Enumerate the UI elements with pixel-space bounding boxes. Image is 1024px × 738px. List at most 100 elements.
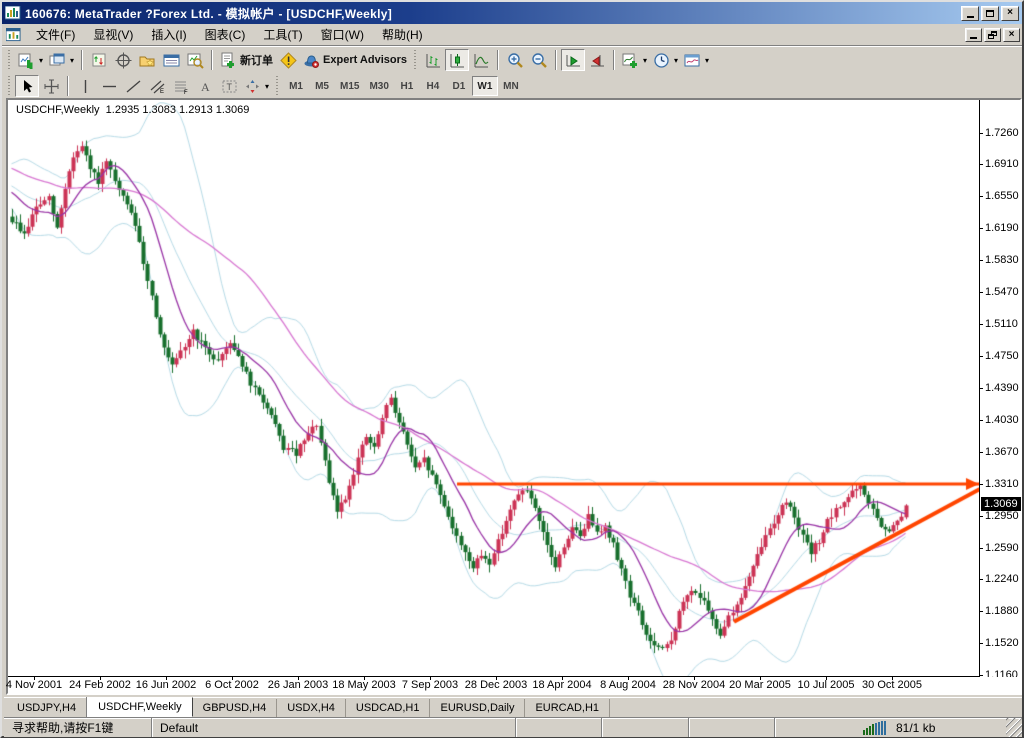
toolbar-drag-handle[interactable] bbox=[413, 50, 418, 70]
arrow-tools-button[interactable]: ▾ bbox=[241, 75, 272, 97]
timeframe-m5-button[interactable]: M5 bbox=[309, 76, 335, 96]
price-chart[interactable] bbox=[10, 102, 979, 676]
channel-button[interactable]: E bbox=[145, 75, 169, 97]
toolbar-drag-handle[interactable] bbox=[7, 76, 12, 96]
timeframe-h4-button[interactable]: H4 bbox=[420, 76, 446, 96]
candlestick-icon bbox=[449, 52, 466, 69]
close-button[interactable]: × bbox=[1001, 6, 1019, 21]
price-axis-tick bbox=[979, 196, 983, 197]
vertical-line-icon bbox=[77, 78, 94, 95]
fibonacci-button[interactable]: F bbox=[169, 75, 193, 97]
chart-tab-usdjpy[interactable]: USDJPY,H4 bbox=[7, 699, 87, 717]
dropdown-arrow-icon: ▾ bbox=[70, 56, 74, 65]
price-axis-label: 1.1880 bbox=[985, 605, 1019, 617]
chart-shift-icon bbox=[589, 52, 606, 69]
chart-tab-eurcad[interactable]: EURCAD,H1 bbox=[525, 699, 610, 717]
child-close-button[interactable]: × bbox=[1003, 28, 1020, 42]
price-axis-tick bbox=[979, 388, 983, 389]
child-restore-button[interactable] bbox=[984, 28, 1001, 42]
menu-f[interactable]: 文件(F) bbox=[27, 26, 84, 44]
new-chart-button[interactable]: ▾ bbox=[15, 49, 46, 71]
time-axis-label: 24 Feb 2002 bbox=[69, 679, 131, 691]
metatrader-app-icon bbox=[5, 6, 21, 20]
time-axis-label: 4 Nov 2001 bbox=[6, 679, 62, 691]
toolbar-drag-handle[interactable] bbox=[7, 50, 12, 70]
bar-chart-button[interactable] bbox=[421, 49, 445, 71]
menu-c[interactable]: 图表(C) bbox=[196, 26, 255, 44]
templates-button[interactable]: ▾ bbox=[681, 49, 712, 71]
text-button[interactable]: A bbox=[193, 75, 217, 97]
timeframe-d1-button[interactable]: D1 bbox=[446, 76, 472, 96]
toolbar-button-label: Expert Advisors bbox=[323, 54, 407, 66]
auto-scroll-button[interactable] bbox=[561, 49, 585, 71]
label-button[interactable]: T bbox=[217, 75, 241, 97]
time-axis-label: 10 Jul 2005 bbox=[798, 679, 855, 691]
timeframe-h1-button[interactable]: H1 bbox=[394, 76, 420, 96]
chart-tab-gbpusd[interactable]: GBPUSD,H4 bbox=[193, 699, 278, 717]
terminal-button[interactable] bbox=[159, 49, 183, 71]
price-axis-label: 1.2240 bbox=[985, 573, 1019, 585]
market-watch-button[interactable] bbox=[87, 49, 111, 71]
time-axis-label: 28 Dec 2003 bbox=[465, 679, 527, 691]
chart-tab-eurusd[interactable]: EURUSD,Daily bbox=[430, 699, 525, 717]
profiles-button[interactable]: ▾ bbox=[46, 49, 77, 71]
price-axis-tick bbox=[979, 260, 983, 261]
chart-tab-bar: USDJPY,H4USDCHF,WeeklyGBPUSD,H4USDX,H4US… bbox=[4, 697, 1022, 717]
price-axis-label: 1.4030 bbox=[985, 414, 1019, 426]
timeframe-w1-button[interactable]: W1 bbox=[472, 76, 498, 96]
menu-w[interactable]: 窗口(W) bbox=[312, 26, 373, 44]
zoom-in-button[interactable] bbox=[503, 49, 527, 71]
price-axis-tick bbox=[979, 292, 983, 293]
indicators-button[interactable]: ▾ bbox=[619, 49, 650, 71]
maximize-button[interactable] bbox=[981, 6, 999, 21]
arrow-tools-icon bbox=[244, 78, 261, 95]
profiles-icon bbox=[49, 52, 66, 69]
price-axis-label: 1.1520 bbox=[985, 637, 1019, 649]
timeframe-mn-button[interactable]: MN bbox=[498, 76, 524, 96]
time-axis[interactable]: 4 Nov 200124 Feb 200216 Jun 20026 Oct 20… bbox=[8, 677, 1020, 693]
menu-i[interactable]: 插入(I) bbox=[142, 26, 195, 44]
candlestick-button[interactable] bbox=[445, 49, 469, 71]
resize-grip[interactable] bbox=[1006, 718, 1022, 737]
status-profile[interactable]: Default bbox=[152, 718, 516, 737]
cursor-button[interactable] bbox=[15, 75, 39, 97]
timeframe-m15-button[interactable]: M15 bbox=[335, 76, 364, 96]
chart-tab-usdcad[interactable]: USDCAD,H1 bbox=[346, 699, 431, 717]
chart-tab-usdx[interactable]: USDX,H4 bbox=[277, 699, 346, 717]
child-minimize-button[interactable] bbox=[965, 28, 982, 42]
window-title: 160676: MetaTrader ?Forex Ltd. - 模拟帐户 - … bbox=[25, 5, 961, 22]
cursor-icon bbox=[19, 78, 36, 95]
timeframe-m30-button[interactable]: M30 bbox=[364, 76, 393, 96]
strategy-tester-button[interactable] bbox=[183, 49, 207, 71]
chart-tab-usdchf[interactable]: USDCHF,Weekly bbox=[87, 697, 193, 717]
price-axis-label: 1.4390 bbox=[985, 382, 1019, 394]
toolbar-drag-handle[interactable] bbox=[275, 76, 280, 96]
price-axis-label: 1.7260 bbox=[985, 127, 1019, 139]
line-chart-button[interactable] bbox=[469, 49, 493, 71]
time-axis-label: 16 Jun 2002 bbox=[136, 679, 197, 691]
menu-h[interactable]: 帮助(H) bbox=[373, 26, 432, 44]
current-price-marker: 1.3069 bbox=[981, 497, 1021, 511]
trendline-button[interactable] bbox=[121, 75, 145, 97]
time-axis-label: 28 Nov 2004 bbox=[663, 679, 725, 691]
vertical-line-button[interactable] bbox=[73, 75, 97, 97]
warning-button[interactable] bbox=[276, 49, 300, 71]
chart-shift-button[interactable] bbox=[585, 49, 609, 71]
status-help-text: 寻求帮助,请按F1键 bbox=[4, 718, 152, 737]
new-order-button[interactable]: 新订单 bbox=[217, 49, 276, 71]
periods-button[interactable]: ▾ bbox=[650, 49, 681, 71]
minimize-button[interactable] bbox=[961, 6, 979, 21]
horizontal-line-button[interactable] bbox=[97, 75, 121, 97]
menu-t[interactable]: 工具(T) bbox=[254, 26, 311, 44]
zoom-out-button[interactable] bbox=[527, 49, 551, 71]
expert-advisors-button[interactable]: Expert Advisors bbox=[300, 49, 410, 71]
toolbar-separator bbox=[555, 50, 557, 70]
menu-v[interactable]: 显视(V) bbox=[84, 26, 142, 44]
navigator-button[interactable] bbox=[135, 49, 159, 71]
crosshair-button[interactable] bbox=[39, 75, 63, 97]
expert-advisors-icon bbox=[303, 52, 320, 69]
data-window-button[interactable] bbox=[111, 49, 135, 71]
status-panel-empty-2 bbox=[602, 718, 689, 737]
menu-bar: 文件(F)显视(V)插入(I)图表(C)工具(T)窗口(W)帮助(H) × bbox=[2, 24, 1022, 45]
timeframe-m1-button[interactable]: M1 bbox=[283, 76, 309, 96]
